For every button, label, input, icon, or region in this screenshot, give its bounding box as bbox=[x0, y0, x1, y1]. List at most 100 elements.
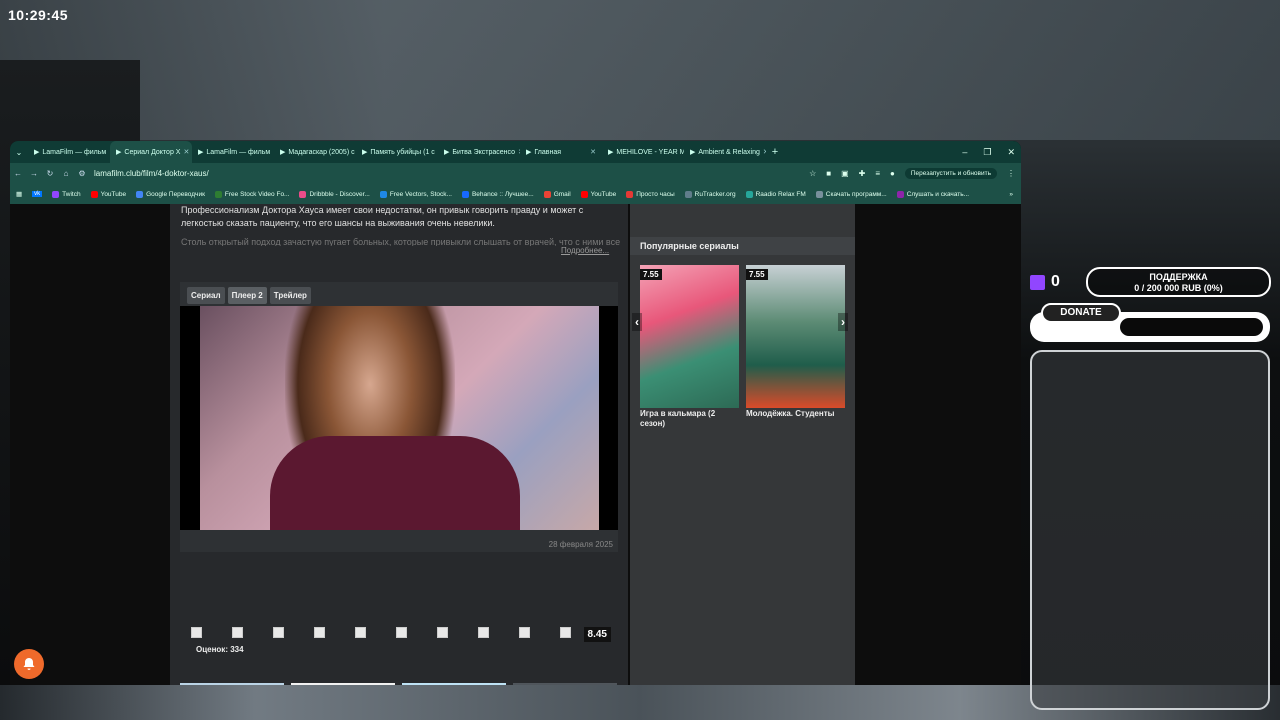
rating-star-icon[interactable] bbox=[437, 627, 448, 638]
similar-film-card[interactable]: › bbox=[513, 683, 617, 685]
new-tab-button[interactable]: + bbox=[766, 146, 784, 158]
browser-tab[interactable]: ▶Мадагаскар (2005) с✕ bbox=[274, 141, 356, 163]
browser-tab[interactable]: ▶MEHILOVE - YEAR M✕ bbox=[602, 141, 684, 163]
bookmark-label: YouTube bbox=[100, 190, 127, 198]
player-tab[interactable]: Плеер 2 bbox=[227, 287, 267, 304]
tab-label: Главная bbox=[534, 148, 562, 156]
browser-tab[interactable]: ▶ Главная ✕ bbox=[520, 141, 602, 163]
tab-label: MEHILOVE - YEAR M bbox=[616, 148, 684, 156]
browser-tab[interactable]: ▶Память убийцы (1 с✕ bbox=[356, 141, 438, 163]
similar-film-card[interactable] bbox=[291, 683, 395, 685]
browser-tab[interactable]: ▶ Сериал Доктор Х ✕ bbox=[110, 141, 192, 163]
restore-icon[interactable]: ❐ bbox=[983, 147, 991, 158]
bookmark-label: YouTube bbox=[590, 190, 617, 198]
bookmark-favicon-icon bbox=[299, 190, 307, 198]
extension-icon[interactable]: ▣ bbox=[841, 169, 849, 178]
rating-star-icon[interactable] bbox=[478, 627, 489, 638]
bookmark-item[interactable]: Free Vectors, Stock... bbox=[379, 190, 452, 198]
bookmark-item[interactable]: Слушать и скачать... bbox=[896, 190, 969, 198]
bookmark-label: RuTracker.org bbox=[694, 190, 736, 198]
rating-star-icon[interactable] bbox=[560, 627, 571, 638]
bookmark-favicon-icon bbox=[136, 190, 144, 198]
sidebar-heading: Популярные сериалы bbox=[630, 237, 855, 255]
bookmark-item[interactable]: Twitch bbox=[52, 190, 81, 198]
rating-star-icon[interactable] bbox=[314, 627, 325, 638]
blurred-background-top bbox=[0, 0, 1280, 140]
site-info-icon[interactable]: ⚙ bbox=[74, 169, 90, 178]
tab-close-icon[interactable]: ✕ bbox=[590, 148, 596, 156]
similar-film-card[interactable] bbox=[402, 683, 506, 685]
bookmark-item[interactable]: Raadio Relax FM bbox=[745, 190, 806, 198]
notification-bell-icon[interactable] bbox=[14, 649, 44, 679]
extensions-puzzle-icon[interactable]: ✚ bbox=[859, 169, 866, 178]
sidebar-prev-arrow-icon[interactable]: ‹ bbox=[632, 313, 642, 331]
bookmark-item[interactable]: Просто часы bbox=[626, 190, 675, 198]
forward-icon[interactable]: → bbox=[26, 169, 42, 178]
rating-star-icon[interactable] bbox=[232, 627, 243, 638]
rating-star-icon[interactable] bbox=[273, 627, 284, 638]
rating-star-icon[interactable] bbox=[519, 627, 530, 638]
support-title: ПОДДЕРЖКА bbox=[1149, 272, 1208, 282]
more-bookmarks-icon[interactable]: » bbox=[1009, 191, 1021, 198]
browser-tab[interactable]: ▶Битва Экстрасенсо✕ bbox=[438, 141, 520, 163]
bookmark-item[interactable]: Dribbble - Discover... bbox=[299, 190, 370, 198]
more-link[interactable]: Подробнее... bbox=[561, 246, 609, 255]
minimize-icon[interactable]: – bbox=[962, 147, 967, 157]
reload-icon[interactable]: ↻ bbox=[42, 169, 58, 178]
tab-favicon-icon: ▶ bbox=[526, 149, 532, 156]
bookmark-star-icon[interactable]: ☆ bbox=[809, 169, 816, 178]
tab-favicon-icon: ▶ bbox=[444, 149, 450, 156]
bookmark-item[interactable]: Google Переводчик bbox=[136, 190, 205, 198]
donation-progress-track bbox=[1120, 318, 1263, 336]
similar-film-card[interactable]: ‹ bbox=[180, 683, 284, 685]
bookmark-item[interactable]: Free Stock Video Fo... bbox=[214, 190, 289, 198]
rating-star-icon[interactable] bbox=[396, 627, 407, 638]
tab-close-icon[interactable]: ✕ bbox=[183, 148, 189, 156]
vk-icon[interactable]: vk bbox=[32, 191, 43, 197]
tab-label: LamaFilm — фильм bbox=[42, 148, 107, 156]
restart-update-button[interactable]: Перезапустить и обновить bbox=[904, 168, 997, 179]
bookmark-item[interactable]: Gmail bbox=[543, 190, 571, 198]
twitch-counter: 0 bbox=[1030, 273, 1060, 291]
donate-button[interactable]: DONATE bbox=[1041, 303, 1121, 323]
player-tabs: Сериал Плеер 2 Трейлер bbox=[180, 282, 618, 309]
player-tab[interactable]: Трейлер bbox=[269, 287, 311, 304]
bookmark-item[interactable]: RuTracker.org bbox=[684, 190, 736, 198]
player-tab[interactable]: Сериал bbox=[187, 287, 225, 304]
bookmark-item[interactable]: Скачать программ... bbox=[815, 190, 887, 198]
reading-list-icon[interactable]: ≡ bbox=[875, 169, 880, 178]
tab-label: LamaFilm — фильм bbox=[206, 148, 271, 156]
home-icon[interactable]: ⌂ bbox=[58, 169, 74, 178]
menu-icon[interactable]: ⋮ bbox=[1007, 169, 1015, 178]
tab-search-dropdown-icon[interactable]: ⌄ bbox=[10, 148, 28, 157]
bookmark-favicon-icon bbox=[626, 190, 634, 198]
video-frame[interactable] bbox=[180, 306, 618, 530]
poster-title[interactable]: Молодёжка. Студенты bbox=[746, 409, 846, 419]
rating-star-icon[interactable] bbox=[355, 627, 366, 638]
bookmark-favicon-icon bbox=[214, 190, 222, 198]
bookmark-item[interactable]: YouTube bbox=[90, 190, 127, 198]
close-window-icon[interactable]: ✕ bbox=[1007, 147, 1015, 158]
poster-title[interactable]: Игра в кальмара (2 сезон) bbox=[640, 409, 740, 429]
bookmark-label: Скачать программ... bbox=[825, 190, 887, 198]
profile-avatar[interactable]: ● bbox=[890, 169, 895, 178]
sidebar-next-arrow-icon[interactable]: › bbox=[838, 313, 848, 331]
bookmark-item[interactable]: YouTube bbox=[580, 190, 617, 198]
support-progress-text: 0 / 200 000 RUB (0%) bbox=[1134, 283, 1223, 293]
rating-stars bbox=[191, 627, 571, 638]
bookmark-item[interactable]: Behance :: Лучшее... bbox=[461, 190, 534, 198]
rating-star-icon[interactable] bbox=[191, 627, 202, 638]
browser-tab[interactable]: ▶LamaFilm — фильм✕ bbox=[192, 141, 274, 163]
back-icon[interactable]: ← bbox=[10, 169, 26, 178]
tab-label: Память убийцы (1 с bbox=[370, 148, 435, 156]
sidebar: Популярные сериалы 7.55 7.55 ‹ › Игра в … bbox=[630, 204, 855, 685]
extension-icon[interactable]: ■ bbox=[826, 169, 831, 178]
apps-grid-icon[interactable]: ▦ bbox=[16, 190, 22, 198]
poster-squid-game[interactable]: 7.55 bbox=[640, 265, 739, 408]
bookmark-label: Free Vectors, Stock... bbox=[389, 190, 452, 198]
browser-tab[interactable]: ▶LamaFilm — фильм✕ bbox=[28, 141, 110, 163]
url-field[interactable]: lamafilm.club/film/4-doktor-xaus/ bbox=[94, 169, 209, 178]
votes-count: Оценок: 334 bbox=[196, 645, 244, 654]
browser-tab[interactable]: ▶ Ambient & Relaxing ✕ bbox=[684, 141, 766, 163]
poster-molodezhka[interactable]: 7.55 bbox=[746, 265, 845, 408]
